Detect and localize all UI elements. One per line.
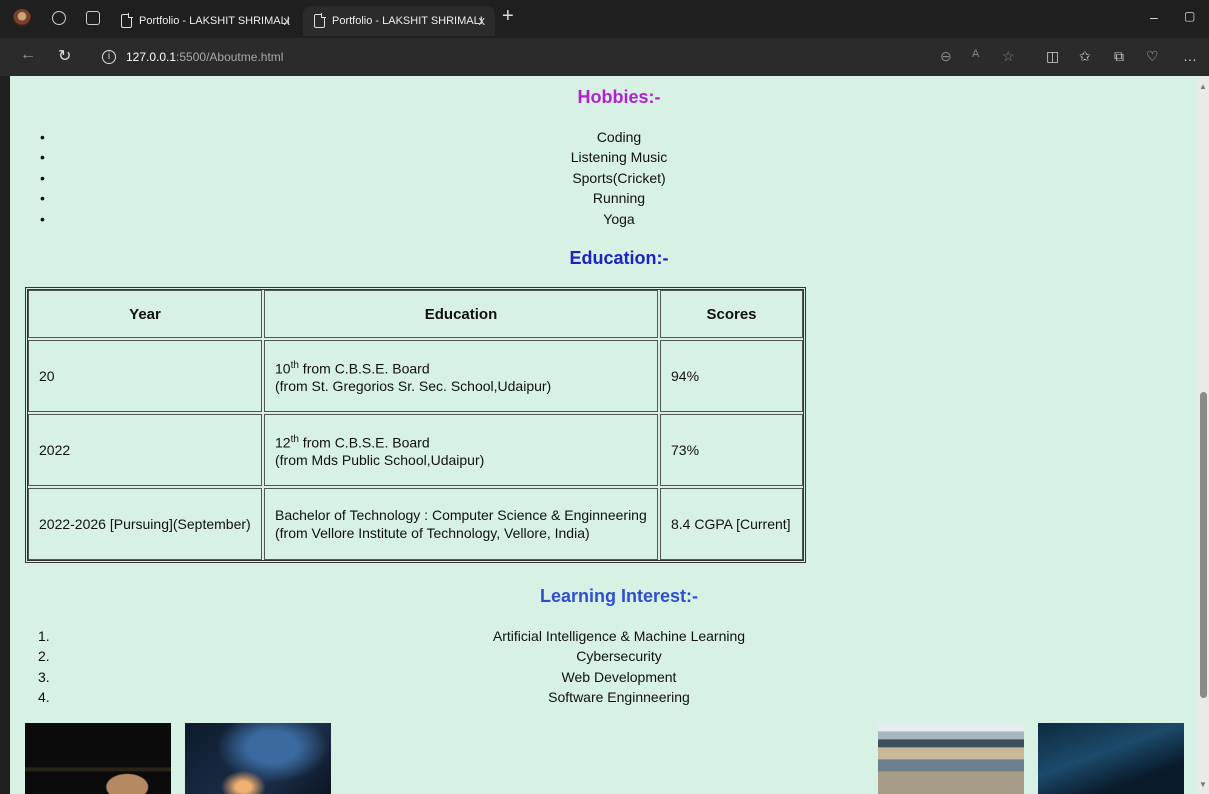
browser-title-bar: Portfolio - LAKSHIT SHRIMALI x Portfolio…	[0, 0, 1209, 38]
table-row: 2022 12th from C.B.S.E. Board (from Mds P…	[28, 414, 803, 486]
url-host: 127.0.0.1	[126, 50, 177, 64]
favorites-icon[interactable]: ✩	[1079, 48, 1091, 65]
school-text: (from St. Gregorios Sr. Sec. School,Udai…	[275, 378, 552, 395]
coding-photo	[25, 723, 171, 794]
workspaces-icon[interactable]	[52, 11, 66, 25]
profile-avatar[interactable]	[13, 9, 31, 27]
board-text: Bachelor of Technology : Computer Scienc…	[275, 507, 647, 523]
interest-text: Web Development	[561, 668, 677, 685]
zoom-icon[interactable]: ⊖	[940, 48, 952, 65]
tab-close-icon[interactable]: x	[479, 6, 486, 36]
more-menu-icon[interactable]: …	[1183, 48, 1197, 64]
score-cell: 8.4 CGPA [Current]	[660, 488, 803, 560]
learning-interest-heading: Learning Interest:-	[539, 586, 699, 606]
school-text: (from Mds Public School,Udaipur)	[275, 452, 485, 469]
board-text: from C.B.S.E. Board	[298, 434, 430, 451]
bullet-icon: •	[40, 169, 45, 186]
hobbies-heading: Hobbies:-	[577, 87, 661, 107]
favorite-star-icon[interactable]: ☆	[1002, 48, 1015, 65]
table-row: 20 10th from C.B.S.E. Board (from St. Gre…	[28, 340, 803, 412]
list-item: • Running	[10, 188, 1198, 208]
document-icon	[121, 13, 133, 28]
scroll-down-icon[interactable]: ▼	[1199, 780, 1207, 789]
school-text: (from Vellore Institute of Technology, V…	[275, 525, 590, 541]
browser-essentials-icon[interactable]: ♡	[1146, 48, 1159, 65]
list-item: • Yoga	[10, 209, 1198, 229]
level-suffix: th	[290, 433, 299, 445]
url-text: 127.0.0.1:5500/Aboutme.html	[126, 44, 283, 70]
read-aloud-icon[interactable]: A	[972, 48, 979, 60]
list-item: 2. Cybersecurity	[10, 646, 1198, 666]
tab-2-active[interactable]: Portfolio - LAKSHIT SHRIMALI x	[303, 6, 495, 36]
list-item: 4. Software Enginneering	[10, 687, 1198, 707]
interest-text: Software Enginneering	[548, 689, 690, 706]
year-cell: 2022-2026 [Pursuing](September)	[28, 488, 262, 560]
score-cell: 94%	[660, 340, 803, 412]
bullet-icon: •	[40, 190, 45, 207]
refresh-icon[interactable]: ↻	[58, 46, 71, 66]
back-icon[interactable]: ←	[20, 46, 36, 64]
document-icon	[314, 13, 326, 28]
tab-1[interactable]: Portfolio - LAKSHIT SHRIMALI x	[110, 6, 300, 36]
page-scrollbar[interactable]: ▲ ▼	[1198, 76, 1209, 794]
hobby-text: Running	[592, 190, 646, 207]
list-number: 3.	[38, 668, 50, 685]
hobby-text: Listening Music	[570, 149, 668, 166]
list-item: • Listening Music	[10, 147, 1198, 167]
tab-actions-icon[interactable]	[86, 11, 100, 25]
table-header-row: Year Education Scores	[28, 290, 803, 338]
hobby-text: Sports(Cricket)	[572, 169, 666, 186]
restore-icon[interactable]: ▢	[1184, 9, 1195, 23]
hobby-text: Coding	[596, 129, 642, 145]
year-cell: 2022	[28, 414, 262, 486]
education-cell: 12th from C.B.S.E. Board (from Mds Public…	[264, 414, 658, 486]
minimize-icon[interactable]: –	[1150, 9, 1158, 25]
bullet-icon: •	[40, 129, 45, 145]
list-number: 2.	[38, 648, 50, 665]
list-number: 1.	[38, 628, 50, 644]
level-text: 12	[275, 434, 291, 451]
list-item: 1. Artificial Intelligence & Machine Lear…	[10, 626, 1198, 646]
list-item: 3. Web Development	[10, 667, 1198, 687]
bullet-icon: •	[40, 149, 45, 166]
browser-toolbar: ← ↻ i 127.0.0.1:5500/Aboutme.html ⊖ A ☆ …	[0, 38, 1209, 76]
education-heading: Education:-	[569, 248, 669, 268]
column-header-scores: Scores	[660, 290, 803, 338]
education-table: Year Education Scores 20 10th from C.B.S…	[25, 287, 806, 563]
year-cell: 20	[28, 340, 262, 412]
hobbies-list: • Coding • Listening Music • Sports(Cricket…	[10, 127, 1198, 229]
tab-close-icon[interactable]: x	[284, 6, 291, 36]
board-text: from C.B.S.E. Board	[298, 360, 430, 377]
interest-text: Cybersecurity	[576, 648, 662, 665]
site-info-icon[interactable]: i	[102, 50, 116, 64]
code-screen-photo	[1038, 723, 1184, 794]
list-item: • Sports(Cricket)	[10, 168, 1198, 188]
new-tab-button[interactable]: +	[502, 5, 514, 28]
interest-text: Artificial Intelligence & Machine Learni…	[492, 628, 746, 644]
level-text: 10	[275, 360, 291, 377]
address-bar[interactable]: i 127.0.0.1:5500/Aboutme.html	[90, 44, 930, 70]
hobby-text: Yoga	[603, 210, 635, 227]
level-suffix: th	[290, 359, 299, 371]
scroll-up-icon[interactable]: ▲	[1199, 82, 1207, 91]
page-content: Hobbies:- • Coding • Listening Music • Spor…	[10, 76, 1198, 794]
music-photo	[185, 723, 331, 794]
tab-title: Portfolio - LAKSHIT SHRIMALI	[332, 15, 483, 27]
education-cell: Bachelor of Technology : Computer Scienc…	[264, 488, 658, 560]
split-screen-icon[interactable]: ◫	[1046, 48, 1059, 65]
collections-icon[interactable]: ⧉	[1114, 48, 1124, 65]
score-cell: 73%	[660, 414, 803, 486]
bullet-icon: •	[40, 210, 45, 227]
column-header-education: Education	[264, 290, 658, 338]
url-path: :5500/Aboutme.html	[176, 50, 284, 64]
table-row: 2022-2026 [Pursuing](September) Bachelor…	[28, 488, 803, 560]
education-cell: 10th from C.B.S.E. Board (from St. Gregor…	[264, 340, 658, 412]
list-item: • Coding	[10, 127, 1198, 147]
scrollbar-thumb[interactable]	[1200, 392, 1207, 698]
tab-title: Portfolio - LAKSHIT SHRIMALI	[139, 15, 290, 27]
list-number: 4.	[38, 689, 50, 706]
learning-interest-list: 1. Artificial Intelligence & Machine Lear…	[10, 626, 1198, 708]
cricket-stadium-photo	[878, 723, 1024, 794]
column-header-year: Year	[28, 290, 262, 338]
